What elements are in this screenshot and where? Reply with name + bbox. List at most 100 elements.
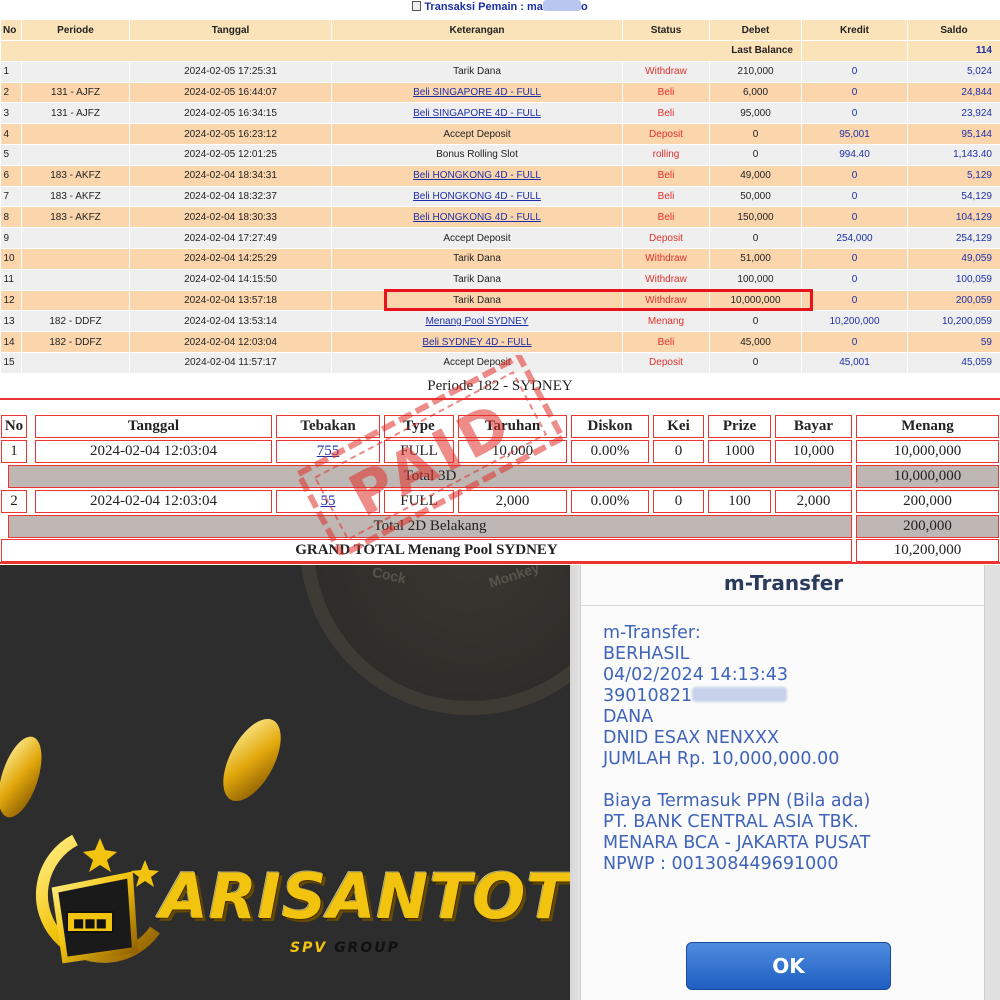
keterangan-link[interactable]: Beli SYDNEY 4D - FULL [422,337,531,348]
cell-keterangan: Beli HONGKONG 4D - FULL [331,186,623,208]
bet-tanggal: 2024-02-04 12:03:04 [35,490,272,513]
cell-tanggal: 2024-02-04 18:34:31 [129,165,332,187]
bet-bayar: 10,000 [775,440,852,463]
cell-tanggal: 2024-02-04 17:27:49 [129,227,332,249]
table-row: 4 2024-02-05 16:23:12 Accept Deposit Deposi… [0,123,1000,145]
periode-title: Periode 182 - SYDNEY [427,378,573,394]
cell-saldo: 49,059 [907,248,1000,270]
bet-col-diskon: Diskon [571,415,649,438]
bet-tebakan-cell: 755 [276,440,380,463]
col-header-keterangan: Keterangan [331,19,623,41]
cell-saldo: 23,924 [907,102,1000,125]
cell-periode [21,290,130,312]
col-header-saldo: Saldo [907,19,1000,41]
keterangan-link[interactable]: Beli HONGKONG 4D - FULL [413,212,541,223]
bet-row: 2 2024-02-04 12:03:04 55 FULL 2,000 0.00… [0,490,1000,513]
brand-logo-text: ARISANTOTO [160,860,570,933]
bucket-logo-icon: ■■■ [36,834,160,964]
keterangan-link[interactable]: Beli HONGKONG 4D - FULL [413,191,541,202]
cell-periode [21,61,130,83]
receipt-account-number: 39010821 [603,686,693,706]
cell-no: 11 [0,269,22,291]
bet-bayar: 2,000 [775,490,852,513]
keterangan-link[interactable]: Beli HONGKONG 4D - FULL [413,170,541,181]
cell-keterangan: Beli HONGKONG 4D - FULL [331,206,623,229]
total-2d-value: 200,000 [856,515,999,538]
receipt-line: BERHASIL [603,644,690,664]
cell-tanggal: 2024-02-04 11:57:17 [129,352,332,374]
cell-periode: 183 - AKFZ [21,186,130,208]
brand-sub-spv: SPV [290,940,328,956]
bet-taruhan: 10,000 [458,440,567,463]
keterangan-text: Tarik Dana [453,66,501,78]
cell-periode: 182 - DDFZ [21,310,130,333]
mobile-transfer-receipt: m-Transfer m-Transfer: BERHASIL 04/02/20… [570,565,1000,1000]
table-row: 1 2024-02-05 17:25:31 Tarik Dana Withdraw 21… [0,61,1000,83]
cell-kredit: 0 [801,82,908,104]
cell-kredit: 254,000 [801,227,908,249]
bet-diskon: 0.00% [571,440,649,463]
last-balance-value: 114 [907,40,1000,62]
cell-saldo: 54,129 [907,186,1000,208]
cell-debet: 49,000 [709,165,802,187]
cell-debet: 0 [709,123,802,145]
receipt-card: m-Transfer m-Transfer: BERHASIL 04/02/20… [580,565,986,1000]
cell-saldo: 24,844 [907,82,1000,104]
table-header-row: No Periode Tanggal Keterangan Status Deb… [0,19,1000,41]
cell-periode [21,144,130,166]
title-prefix: Transaksi Pemain : ma [424,1,543,13]
cell-periode [21,269,130,291]
cell-saldo: 95,144 [907,123,1000,145]
table-row: 9 2024-02-04 17:27:49 Accept Deposit Deposi… [0,227,1000,249]
keterangan-link[interactable]: Beli SINGAPORE 4D - FULL [413,108,541,119]
table-row: 8 183 - AKFZ 2024-02-04 18:30:33 Beli HONGK… [0,206,1000,229]
ok-button[interactable]: OK [686,942,891,990]
cell-no: 9 [0,227,22,249]
keterangan-link[interactable]: Menang Pool SYDNEY [426,316,529,327]
receipt-title: m-Transfer [723,571,844,595]
grand-total-label: GRAND TOTAL Menang Pool SYDNEY [1,539,852,562]
cell-status: Beli [622,102,710,125]
bet-menang: 200,000 [856,490,999,513]
bet-col-bayar: Bayar [775,415,852,438]
cell-keterangan: Beli SINGAPORE 4D - FULL [331,82,623,104]
svg-text:■■■: ■■■ [73,916,107,930]
cell-saldo: 45,059 [907,352,1000,374]
keterangan-text: Tarik Dana [453,253,501,265]
bet-tebakan-link[interactable]: 55 [321,493,336,509]
keterangan-link[interactable]: Beli SINGAPORE 4D - FULL [413,87,541,98]
zodiac-wheel-graphic [300,565,570,715]
cell-tanggal: 2024-02-05 17:25:31 [129,61,332,83]
col-header-tanggal: Tanggal [129,19,332,41]
cell-tanggal: 2024-02-04 14:25:29 [129,248,332,270]
bet-table-header: No Tanggal Tebakan Type Taruhan Diskon K… [0,415,1000,438]
periode-frame-bottom [0,562,1000,564]
col-header-kredit: Kredit [801,19,908,41]
bet-tebakan-link[interactable]: 755 [317,443,340,459]
cell-kredit: 45,001 [801,352,908,374]
bet-tanggal: 2024-02-04 12:03:04 [35,440,272,463]
cell-tanggal: 2024-02-04 13:57:18 [129,290,332,312]
withdraw-highlight-box [384,289,813,311]
cell-status: rolling [622,144,710,166]
cell-debet: 210,000 [709,61,802,83]
cell-status: Withdraw [622,61,710,83]
total-3d-value: 10,000,000 [856,465,999,488]
bet-taruhan: 2,000 [458,490,567,513]
last-balance-row: Last Balance 114 [0,40,1000,62]
receipt-line: 04/02/2024 14:13:43 [603,665,789,685]
receipt-account-line: 39010821 [603,686,983,707]
cell-no: 12 [0,290,22,312]
bet-no: 2 [1,490,27,513]
last-balance-label: Last Balance [0,40,802,62]
table-row: 6 183 - AKFZ 2024-02-04 18:34:31 Beli HONGK… [0,165,1000,187]
bet-col-prize: Prize [708,415,771,438]
cell-keterangan: Beli SYDNEY 4D - FULL [331,331,623,353]
cell-tanggal: 2024-02-05 16:23:12 [129,123,332,145]
col-header-periode: Periode [21,19,130,41]
keterangan-text: Tarik Dana [453,274,501,286]
cell-periode: 183 - AKFZ [21,206,130,229]
cell-tanggal: 2024-02-04 18:30:33 [129,206,332,229]
cell-status: Deposit [622,352,710,374]
bet-diskon: 0.00% [571,490,649,513]
